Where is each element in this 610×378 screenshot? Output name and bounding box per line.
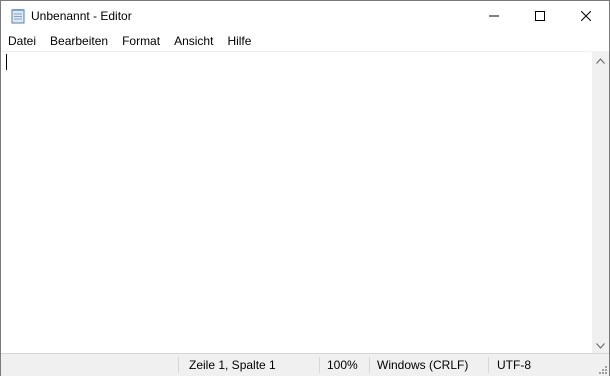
minimize-icon [489,8,499,26]
menu-item-bearbeiten[interactable]: Bearbeiten [43,32,115,51]
status-separator [178,357,179,373]
status-separator [488,357,489,373]
text-caret [6,54,7,70]
notepad-icon [11,8,25,24]
menu-item-ansicht[interactable]: Ansicht [167,32,220,51]
scroll-down-button[interactable] [592,336,609,353]
close-button[interactable] [563,1,609,32]
resize-grip-icon[interactable] [596,363,608,375]
title-bar[interactable]: Unbenannt - Editor [1,1,609,32]
window-title: Unbenannt - Editor [31,9,132,23]
chevron-up-icon [596,51,605,69]
menu-item-format[interactable]: Format [115,32,167,51]
vertical-scrollbar[interactable] [592,51,609,353]
close-icon [580,8,592,26]
menu-item-datei[interactable]: Datei [1,32,43,51]
text-editor-area[interactable] [1,51,591,354]
maximize-icon [535,8,545,26]
editor-window: Unbenannt - Editor Datei Bearbeiten Form… [0,0,610,376]
status-line-ending: Windows (CRLF) [377,358,469,372]
status-cursor-position: Zeile 1, Spalte 1 [189,358,276,372]
maximize-button[interactable] [517,1,563,32]
scroll-up-button[interactable] [592,51,609,68]
status-zoom: 100% [327,358,358,372]
status-separator [369,357,370,373]
chevron-down-icon [596,336,605,354]
menu-bar: Datei Bearbeiten Format Ansicht Hilfe [1,32,609,51]
status-encoding: UTF-8 [497,358,531,372]
minimize-button[interactable] [471,1,517,32]
status-separator [319,357,320,373]
status-bar: Zeile 1, Spalte 1 100% Windows (CRLF) UT… [1,353,609,376]
menu-item-hilfe[interactable]: Hilfe [220,32,258,51]
